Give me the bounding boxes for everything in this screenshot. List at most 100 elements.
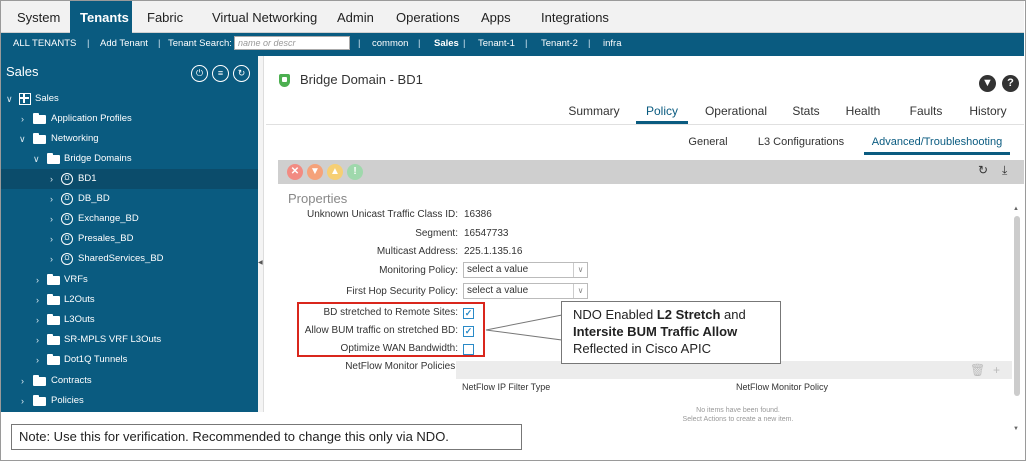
tree-item-label: Dot1Q Tunnels	[64, 354, 128, 365]
callout-text: and	[720, 307, 746, 322]
first-hop-security-select[interactable]: select a value ∨	[463, 283, 588, 299]
netflow-empty-message: No items have been found. Select Actions…	[556, 406, 920, 424]
chevron-right-icon[interactable]: ›	[50, 189, 53, 209]
refresh-icon[interactable]: ↻	[978, 163, 988, 177]
chevron-down-icon[interactable]: ∨	[573, 284, 587, 298]
major-fault-icon[interactable]: ▼	[307, 164, 323, 180]
quick-start-icon[interactable]: ⏻	[191, 65, 208, 82]
subtab-l3-configurations[interactable]: L3 Configurations	[750, 132, 852, 155]
monitoring-policy-label: Monitoring Policy:	[379, 265, 458, 276]
ndo-callout: NDO Enabled L2 Stretch and Intersite BUM…	[561, 301, 781, 364]
help-icon[interactable]: ?	[1002, 75, 1019, 92]
chevron-right-icon[interactable]: ›	[50, 229, 53, 249]
tree-item-exchange-bd[interactable]: › Ω Exchange_BD	[1, 209, 258, 229]
tree-item-presales-bd[interactable]: › Ω Presales_BD	[1, 229, 258, 249]
warning-fault-icon[interactable]: !	[347, 164, 363, 180]
netflow-column-ip-filter-type[interactable]: NetFlow IP Filter Type	[462, 382, 550, 392]
chevron-right-icon[interactable]: ›	[21, 371, 24, 391]
tree-item-sr-mpls-vrf-l3outs[interactable]: › SR-MPLS VRF L3Outs	[1, 330, 258, 350]
nav-tab-operations[interactable]: Operations	[386, 1, 470, 33]
callout-text: NDO Enabled	[573, 307, 657, 322]
subtab-advanced-troubleshooting[interactable]: Advanced/Troubleshooting	[864, 132, 1010, 155]
chevron-right-icon[interactable]: ›	[36, 270, 39, 290]
chevron-down-icon[interactable]: ∨	[573, 263, 587, 277]
separator: |	[463, 38, 466, 49]
chevron-right-icon[interactable]: ›	[50, 249, 53, 269]
tenant-link-sales[interactable]: Sales	[434, 33, 459, 55]
tree-item-l2outs[interactable]: › L2Outs	[1, 290, 258, 310]
tab-stats[interactable]: Stats	[786, 101, 826, 124]
add-tenant-link[interactable]: Add Tenant	[100, 33, 148, 55]
folder-icon	[47, 314, 60, 325]
chevron-down-icon[interactable]: ∨	[6, 89, 13, 109]
chevron-right-icon[interactable]: ›	[36, 310, 39, 330]
tree-item-vrfs[interactable]: › VRFs	[1, 270, 258, 290]
tenant-search-input[interactable]: name or descr	[234, 36, 350, 50]
tree-item-bridge-domains[interactable]: ∨ Bridge Domains	[1, 149, 258, 169]
scroll-up-icon[interactable]: ▲	[1013, 206, 1019, 212]
properties-scrollbar[interactable]: ▲ ▼	[1013, 206, 1022, 432]
list-icon[interactable]: ≡	[212, 65, 229, 82]
tree-item-label: L3Outs	[64, 314, 95, 325]
tab-history[interactable]: History	[963, 101, 1013, 124]
tab-health[interactable]: Health	[838, 101, 888, 124]
segment-value: 16547733	[464, 228, 509, 239]
chevron-right-icon[interactable]: ›	[21, 391, 24, 411]
collapse-arrow-icon[interactable]: ◀	[258, 259, 263, 266]
tree-item-l3outs[interactable]: › L3Outs	[1, 310, 258, 330]
tab-policy[interactable]: Policy	[636, 101, 688, 124]
add-icon[interactable]: +	[993, 363, 1000, 377]
tab-operational[interactable]: Operational	[698, 101, 774, 124]
main-tabs: Summary Policy Operational Stats Health …	[266, 101, 1024, 125]
bridge-domain-icon: Ω	[61, 253, 73, 265]
separator: |	[525, 38, 528, 49]
tree-item-policies[interactable]: › Policies	[1, 391, 258, 411]
chevron-down-icon[interactable]: ∨	[33, 149, 40, 169]
scroll-thumb[interactable]	[1014, 216, 1020, 396]
tree-item-application-profiles[interactable]: › Application Profiles	[1, 109, 258, 129]
tree-item-contracts[interactable]: › Contracts	[1, 371, 258, 391]
tree-item-db-bd[interactable]: › Ω DB_BD	[1, 189, 258, 209]
verification-note: Note: Use this for verification. Recomme…	[11, 424, 522, 450]
tree-item-sharedservices-bd[interactable]: › Ω SharedServices_BD	[1, 249, 258, 269]
chevron-right-icon[interactable]: ›	[50, 209, 53, 229]
tab-summary[interactable]: Summary	[564, 101, 624, 124]
nav-tab-virtual-networking[interactable]: Virtual Networking	[202, 1, 327, 33]
nav-tab-system[interactable]: System	[7, 1, 70, 33]
refresh-icon[interactable]: ↻	[233, 65, 250, 82]
sidebar-collapse-handle[interactable]: ◀	[258, 56, 264, 412]
chevron-down-icon[interactable]: ∨	[19, 129, 26, 149]
chevron-right-icon[interactable]: ›	[36, 290, 39, 310]
nav-tab-admin[interactable]: Admin	[327, 1, 384, 33]
bookmark-icon[interactable]: ▼	[979, 75, 996, 92]
tenant-link-tenant-1[interactable]: Tenant-1	[478, 33, 515, 55]
netflow-column-monitor-policy[interactable]: NetFlow Monitor Policy	[736, 382, 828, 392]
nav-tab-apps[interactable]: Apps	[471, 1, 521, 33]
tenant-link-common[interactable]: common	[372, 33, 408, 55]
nav-tab-fabric[interactable]: Fabric	[137, 1, 193, 33]
tree-item-sales[interactable]: ∨ Sales	[1, 89, 258, 109]
subtab-general[interactable]: General	[680, 132, 736, 155]
monitoring-policy-select[interactable]: select a value ∨	[463, 262, 588, 278]
tree-item-networking[interactable]: ∨ Networking	[1, 129, 258, 149]
all-tenants-link[interactable]: ALL TENANTS	[13, 33, 76, 55]
tree-item-dot1q-tunnels[interactable]: › Dot1Q Tunnels	[1, 350, 258, 370]
chevron-right-icon[interactable]: ›	[36, 350, 39, 370]
callout-line-2: Intersite BUM Traffic Allow	[573, 323, 780, 340]
nav-tab-tenants[interactable]: Tenants	[70, 1, 132, 33]
tree-item-label: Sales	[35, 93, 59, 104]
tenant-link-infra[interactable]: infra	[603, 33, 621, 55]
tenant-link-tenant-2[interactable]: Tenant-2	[541, 33, 578, 55]
minor-fault-icon[interactable]: ▲	[327, 164, 343, 180]
chevron-right-icon[interactable]: ›	[50, 169, 53, 189]
tree-item-bd1[interactable]: › Ω BD1	[1, 169, 258, 189]
critical-fault-icon[interactable]: ✕	[287, 164, 303, 180]
scroll-down-icon[interactable]: ▼	[1013, 426, 1019, 432]
tab-faults[interactable]: Faults	[902, 101, 950, 124]
first-hop-security-value: select a value	[467, 285, 529, 296]
chevron-right-icon[interactable]: ›	[36, 330, 39, 350]
trash-icon[interactable]: 🗑	[970, 363, 985, 377]
nav-tab-integrations[interactable]: Integrations	[531, 1, 619, 33]
download-icon[interactable]: ⤓	[1002, 163, 1007, 178]
chevron-right-icon[interactable]: ›	[21, 109, 24, 129]
